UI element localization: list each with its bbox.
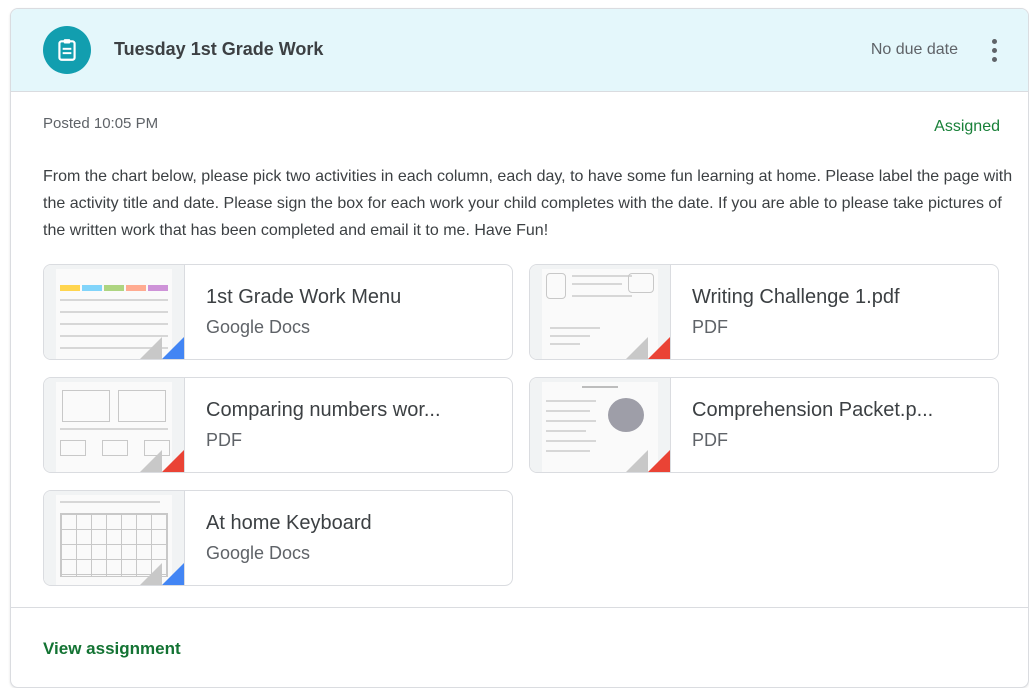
- attachment-type: PDF: [692, 317, 728, 337]
- attachment-name: Comparing numbers wor...: [206, 399, 441, 421]
- file-type-corner: [162, 563, 184, 585]
- document-thumbnail: [44, 491, 185, 585]
- assignment-description: From the chart below, please pick two ac…: [43, 168, 1013, 239]
- attachment-name: Writing Challenge 1.pdf: [692, 286, 900, 308]
- posted-time: Posted 10:05 PM: [43, 115, 159, 132]
- document-thumbnail: [530, 378, 671, 472]
- attachment-name: At home Keyboard: [206, 512, 372, 534]
- file-type-corner: [648, 450, 670, 472]
- due-date: No due date: [870, 41, 958, 58]
- footer-divider: [11, 607, 1028, 608]
- attachment-type: Google Docs: [206, 317, 311, 337]
- attachment-card[interactable]: Comprehension Packet.p... PDF: [529, 377, 999, 473]
- file-type-corner: [162, 450, 184, 472]
- assignment-header[interactable]: Tuesday 1st Grade Work No due date: [11, 9, 1028, 92]
- attachment-card[interactable]: At home Keyboard Google Docs: [43, 490, 513, 586]
- attachment-type: PDF: [692, 430, 728, 450]
- more-options-icon[interactable]: [982, 35, 1006, 65]
- attachment-type: PDF: [206, 430, 242, 450]
- attachment-card[interactable]: Comparing numbers wor... PDF: [43, 377, 513, 473]
- attachment-card[interactable]: Writing Challenge 1.pdf PDF: [529, 264, 999, 360]
- assignment-card: Tuesday 1st Grade Work No due date Poste…: [10, 8, 1029, 688]
- file-type-corner: [648, 337, 670, 359]
- attachment-name: Comprehension Packet.p...: [692, 399, 934, 421]
- file-type-corner: [162, 337, 184, 359]
- document-thumbnail: [44, 265, 185, 359]
- assignment-title[interactable]: Tuesday 1st Grade Work: [114, 39, 323, 60]
- attachment-type: Google Docs: [206, 543, 311, 563]
- attachment-name: 1st Grade Work Menu: [206, 286, 402, 308]
- view-assignment-link[interactable]: View assignment: [43, 639, 181, 659]
- document-thumbnail: [530, 265, 671, 359]
- status-badge: Assigned: [934, 118, 1000, 135]
- attachment-card[interactable]: 1st Grade Work Menu Google Docs: [43, 264, 513, 360]
- document-thumbnail: [44, 378, 185, 472]
- assignment-icon: [43, 26, 91, 74]
